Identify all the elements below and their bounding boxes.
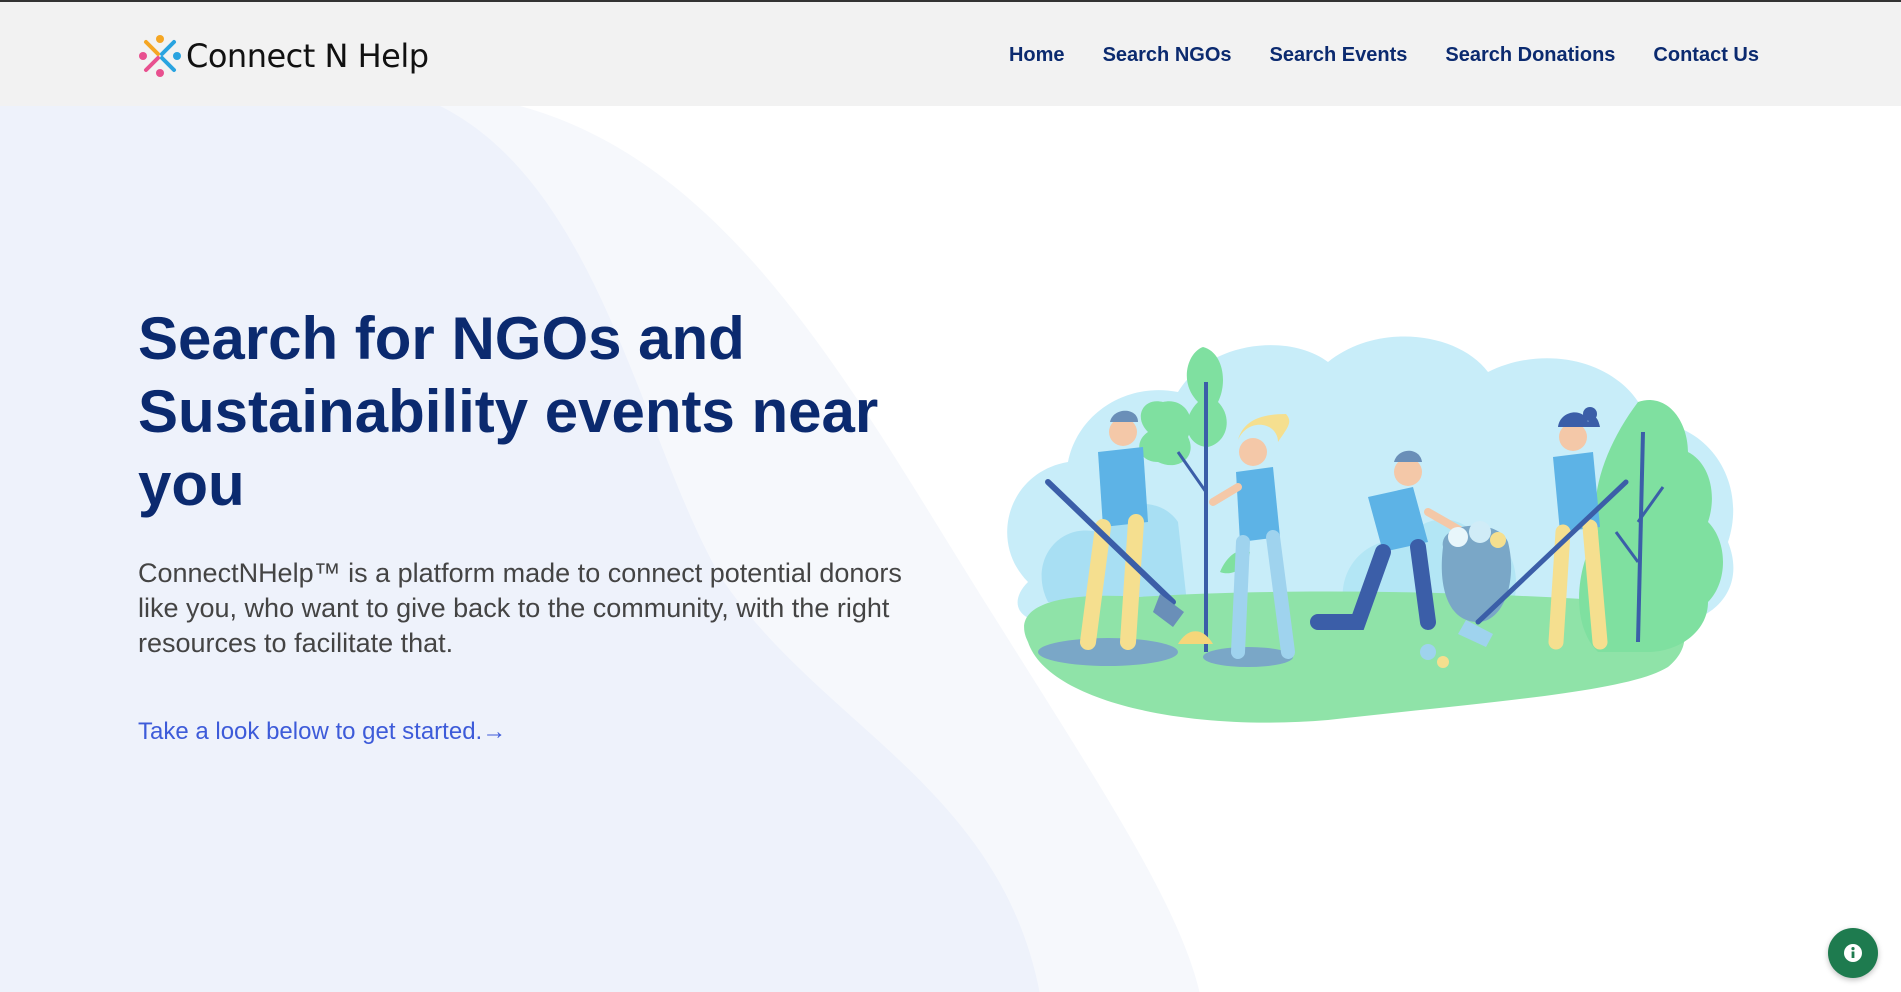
get-started-link[interactable]: Take a look below to get started.→ bbox=[138, 718, 506, 746]
connect-n-help-logo-icon bbox=[139, 35, 181, 77]
volunteers-illustration bbox=[1007, 336, 1734, 723]
main-nav: Home Search NGOs Search Events Search Do… bbox=[1009, 44, 1759, 67]
logo-link[interactable]: Connect N Help bbox=[138, 34, 429, 78]
info-button[interactable] bbox=[1828, 928, 1878, 978]
nav-search-events[interactable]: Search Events bbox=[1270, 44, 1408, 67]
nav-contact-us[interactable]: Contact Us bbox=[1653, 44, 1759, 67]
info-icon bbox=[1844, 944, 1862, 962]
nav-home[interactable]: Home bbox=[1009, 44, 1065, 67]
brand-name: Connect N Help bbox=[186, 37, 429, 75]
nav-search-donations[interactable]: Search Donations bbox=[1445, 44, 1615, 67]
hero-description: ConnectNHelp™ is a platform made to conn… bbox=[138, 558, 902, 658]
hero-title: Search for NGOs and Sustainability event… bbox=[138, 305, 879, 518]
page: Connect N Help Home Search NGOs Search E… bbox=[0, 0, 1901, 992]
nav-search-ngos[interactable]: Search NGOs bbox=[1103, 44, 1232, 67]
site-header: Connect N Help Home Search NGOs Search E… bbox=[0, 2, 1901, 106]
